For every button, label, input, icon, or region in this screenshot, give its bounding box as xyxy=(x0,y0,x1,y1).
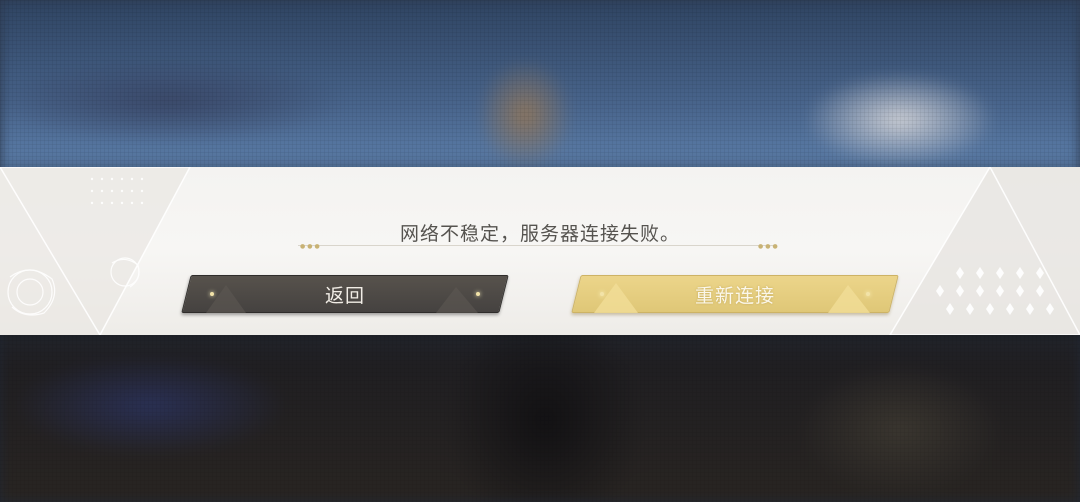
sparkle-icon xyxy=(866,292,870,296)
back-button[interactable]: 返回 xyxy=(181,275,509,313)
game-screen: 网络不稳定，服务器连接失败。 ●●● ●●● 返回 重新连接 xyxy=(0,0,1080,502)
reconnect-button[interactable]: 重新连接 xyxy=(571,275,899,313)
divider-dots-left: ●●● xyxy=(300,243,322,250)
sparkle-icon xyxy=(600,292,604,296)
error-message: 网络不稳定，服务器连接失败。 xyxy=(399,223,680,245)
rose-outline-decoration-icon xyxy=(0,167,191,335)
connection-error-dialog: 网络不稳定，服务器连接失败。 ●●● ●●● 返回 重新连接 xyxy=(0,167,1080,335)
diamond-pattern-decoration-icon xyxy=(889,167,1080,335)
divider-dots-right: ●●● xyxy=(758,243,780,250)
message-divider xyxy=(298,245,774,246)
reconnect-button-label: 重新连接 xyxy=(694,284,775,307)
sparkle-icon xyxy=(210,292,214,296)
back-button-label: 返回 xyxy=(324,284,365,307)
sparkle-icon xyxy=(476,292,480,296)
background-lower-shade xyxy=(0,335,1080,502)
